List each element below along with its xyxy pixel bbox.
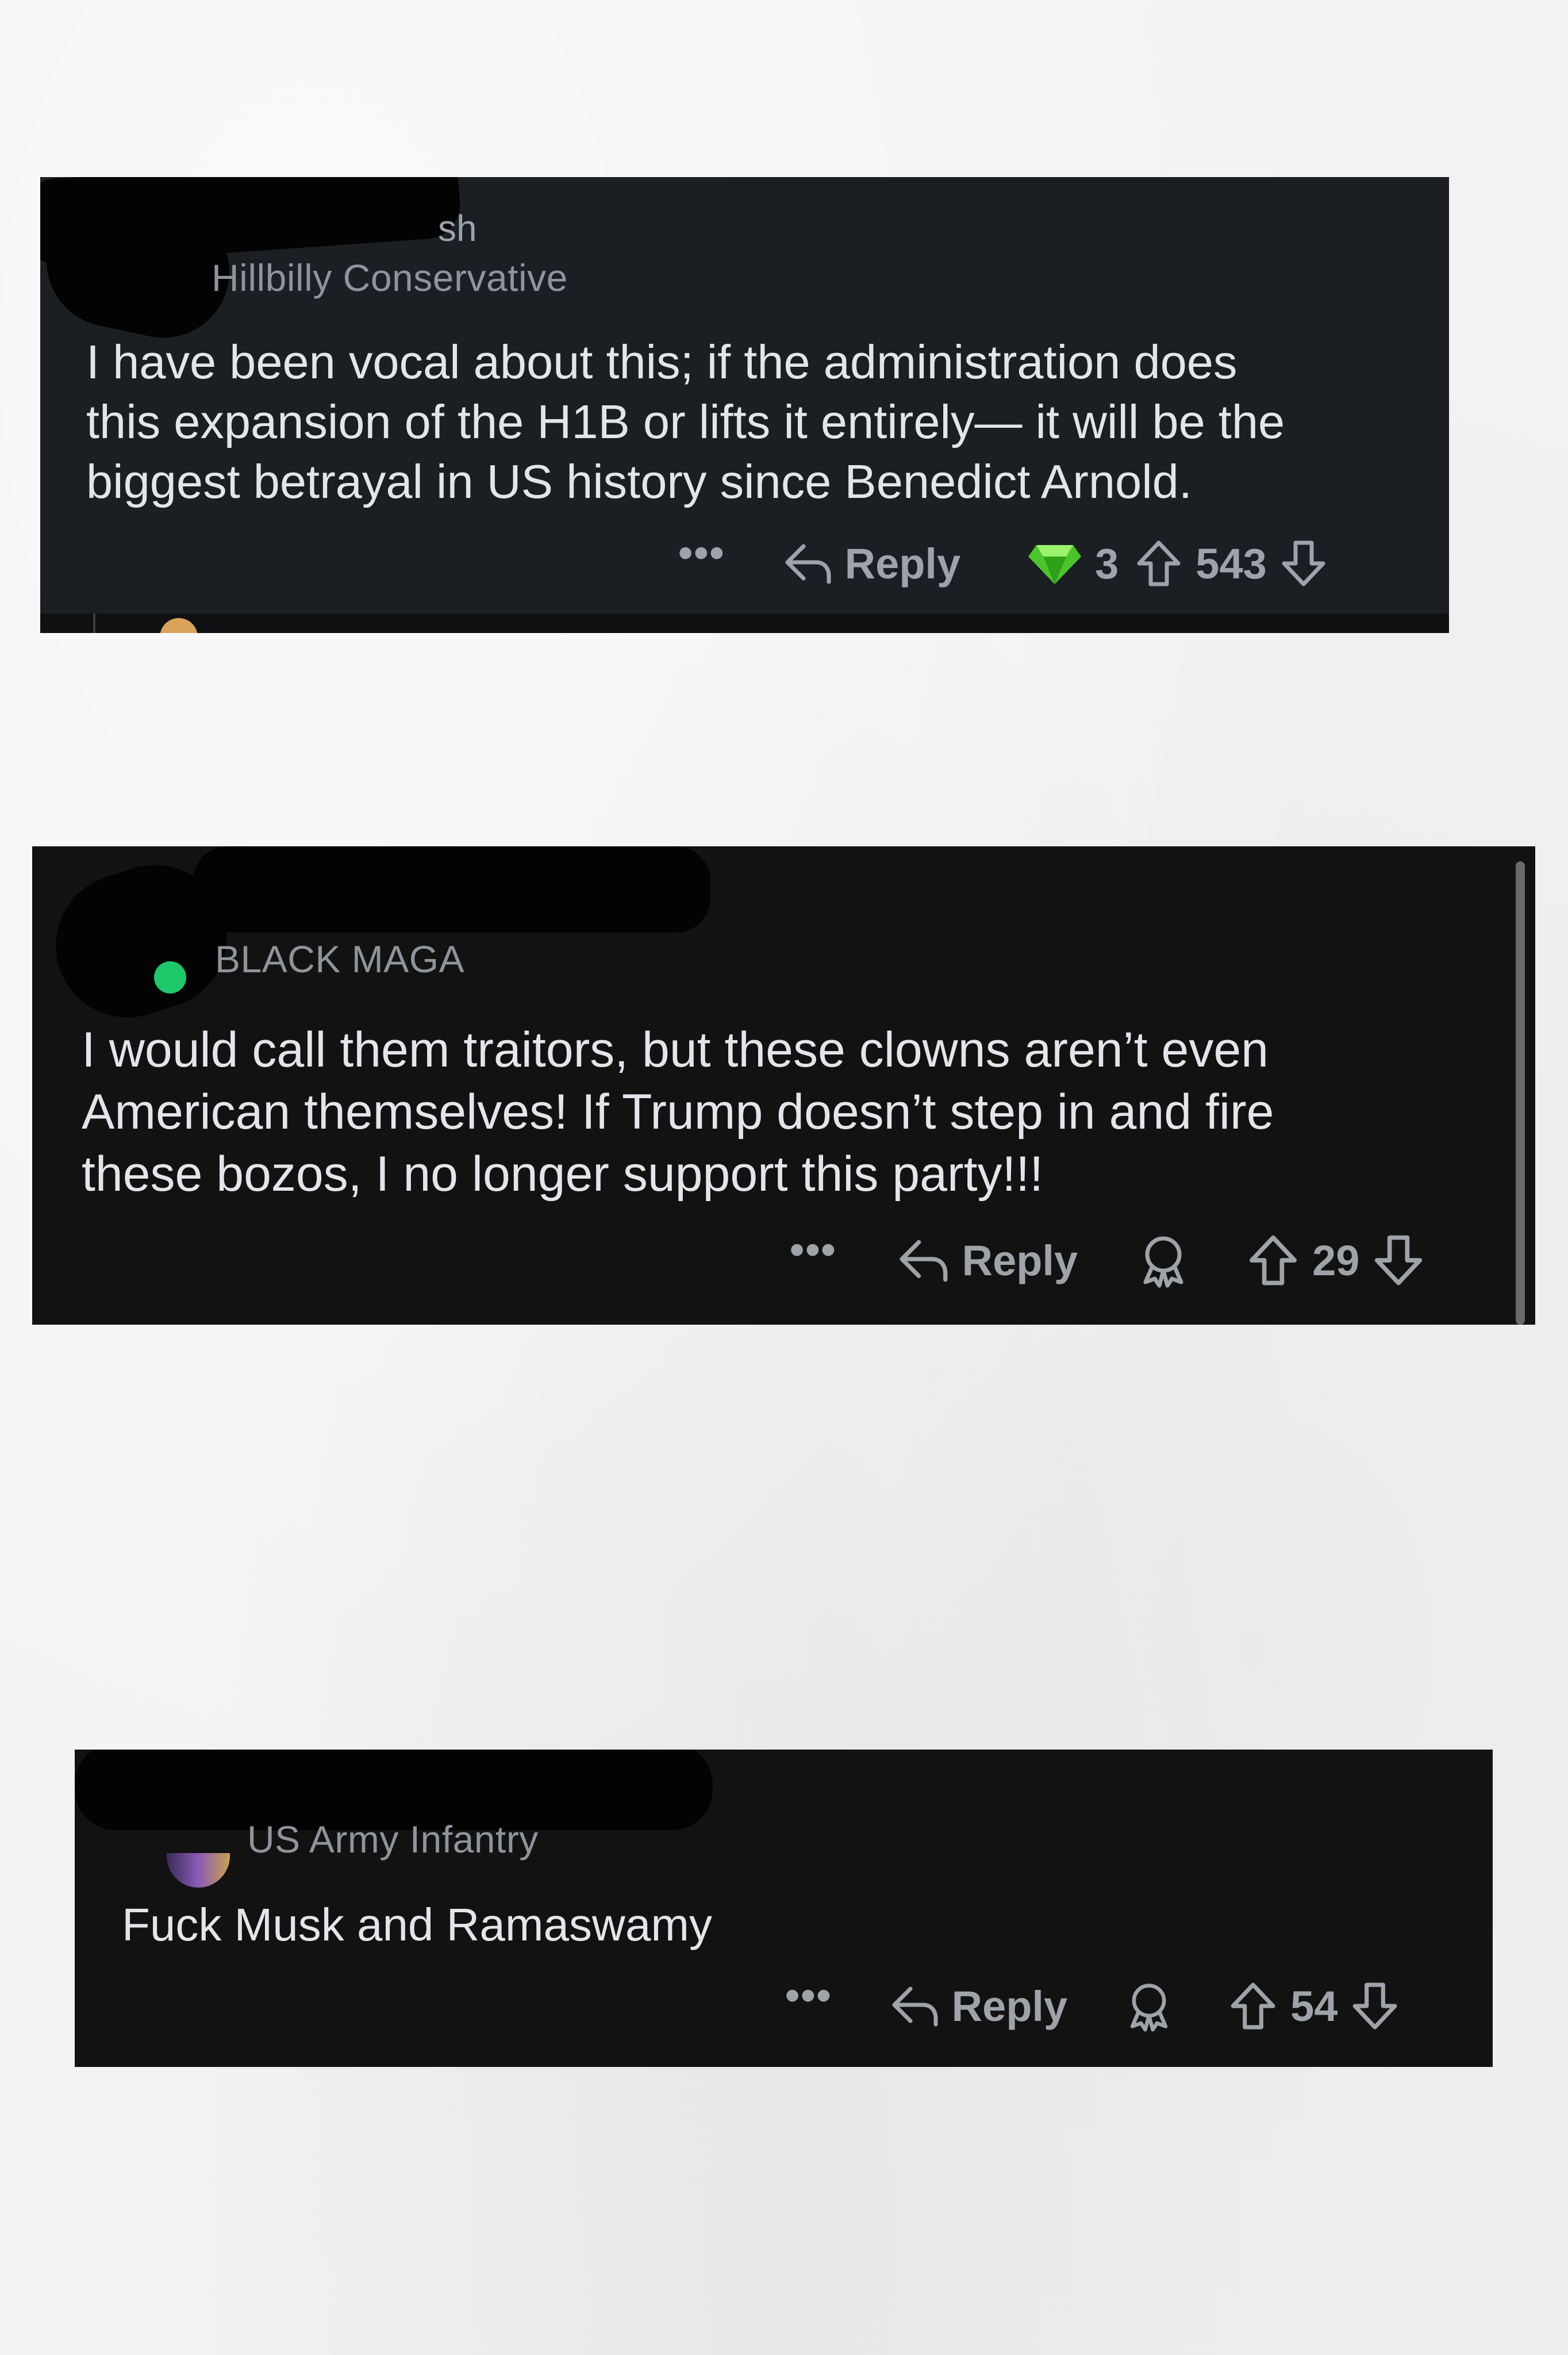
comment-card: BLACK MAGA I would call them traitors, b… (32, 846, 1535, 1325)
upvote-button[interactable] (1228, 1981, 1278, 2031)
more-options-icon: ••• (678, 530, 725, 576)
next-comment-edge (40, 613, 1449, 633)
thread-line (93, 613, 95, 633)
downvote-button[interactable] (1279, 539, 1328, 588)
award-button[interactable]: 3 (1027, 539, 1131, 588)
more-options-icon: ••• (785, 1973, 832, 2019)
upvote-icon (1250, 1235, 1297, 1286)
user-avatar[interactable] (167, 1853, 230, 1888)
upvote-button[interactable] (1135, 539, 1183, 588)
award-icon (1143, 1236, 1183, 1288)
downvote-icon (1353, 1982, 1397, 2030)
upvote-button[interactable] (1247, 1234, 1300, 1287)
comment-card: sh Hillbilly Conservative I have been vo… (40, 177, 1449, 633)
downvote-button[interactable] (1372, 1234, 1425, 1287)
downvote-icon (1282, 540, 1325, 586)
more-options-button[interactable]: ••• (785, 1975, 832, 2027)
reply-icon (892, 1986, 938, 2027)
downvote-button[interactable] (1350, 1981, 1400, 2031)
gem-icon (1028, 545, 1082, 584)
reply-button[interactable]: Reply (890, 1982, 1068, 2031)
upvote-icon (1137, 540, 1181, 586)
comment-body: I have been vocal about this; if the adm… (86, 335, 1285, 508)
comment-actions: ••• Reply 54 (785, 1972, 1400, 2041)
reply-label: Reply (844, 539, 961, 588)
online-status-dot (154, 961, 186, 994)
more-options-icon: ••• (790, 1227, 837, 1273)
reply-icon (785, 544, 831, 584)
reply-icon (900, 1240, 948, 1282)
partial-avatar (160, 618, 198, 633)
award-button[interactable] (1125, 1980, 1173, 2032)
more-options-button[interactable]: ••• (678, 532, 725, 584)
reply-label: Reply (951, 1982, 1068, 2030)
scrollbar[interactable] (1516, 861, 1525, 1325)
user-flair: US Army Infantry (247, 1818, 539, 1861)
award-count: 3 (1095, 539, 1119, 588)
username[interactable]: sh (438, 207, 477, 250)
award-icon (1130, 1984, 1168, 2032)
comment-body: Fuck Musk and Ramaswamy (122, 1899, 712, 1950)
user-flair: BLACK MAGA (215, 938, 465, 980)
redaction-mark (193, 846, 710, 933)
downvote-icon (1375, 1235, 1423, 1286)
comment-card: US Army Infantry Fuck Musk and Ramaswamy… (75, 1750, 1493, 2067)
reply-button[interactable]: Reply (783, 539, 961, 588)
vote-score: 54 (1290, 1982, 1338, 2030)
more-options-button[interactable]: ••• (790, 1229, 837, 1281)
reply-label: Reply (962, 1236, 1078, 1284)
vote-score: 543 (1196, 539, 1267, 588)
comment-actions: ••• Reply 29 (790, 1226, 1425, 1295)
user-flair: Hillbilly Conservative (212, 256, 568, 299)
reply-button[interactable]: Reply (897, 1236, 1078, 1285)
vote-score: 29 (1312, 1236, 1360, 1284)
comment-body: I would call them traitors, but these cl… (82, 1022, 1274, 1202)
award-button[interactable] (1137, 1233, 1189, 1288)
upvote-icon (1231, 1982, 1275, 2030)
comment-actions: ••• Reply 3 543 (678, 529, 1328, 598)
